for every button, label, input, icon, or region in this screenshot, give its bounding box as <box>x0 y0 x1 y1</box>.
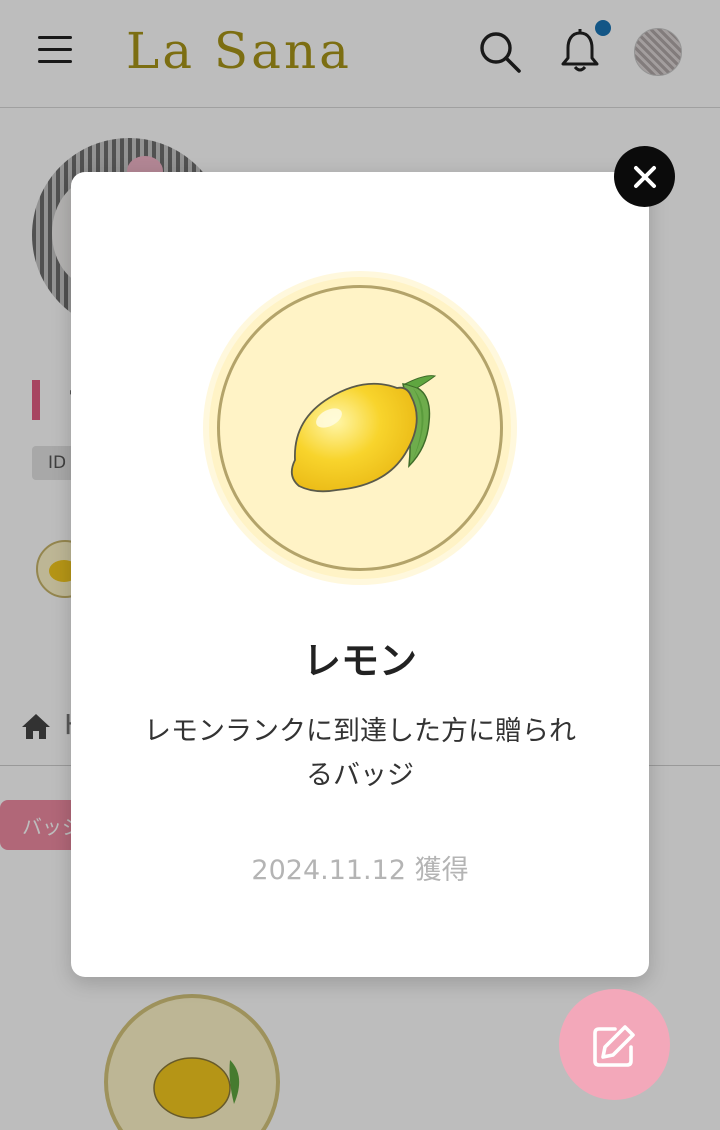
lemon-icon <box>290 375 437 493</box>
badge-modal: レモン レモンランクに到達した方に贈られるバッジ 2024.11.12 獲得 <box>71 172 649 977</box>
badge-acquired-date: 2024.11.12 獲得 <box>251 855 469 886</box>
close-button[interactable] <box>614 146 675 207</box>
compose-button[interactable] <box>559 989 670 1100</box>
badge-title: レモン <box>302 639 417 683</box>
edit-icon <box>592 1024 635 1067</box>
badge-description: レモンランクに到達した方に贈られるバッジ <box>144 716 576 791</box>
close-icon <box>633 165 656 188</box>
